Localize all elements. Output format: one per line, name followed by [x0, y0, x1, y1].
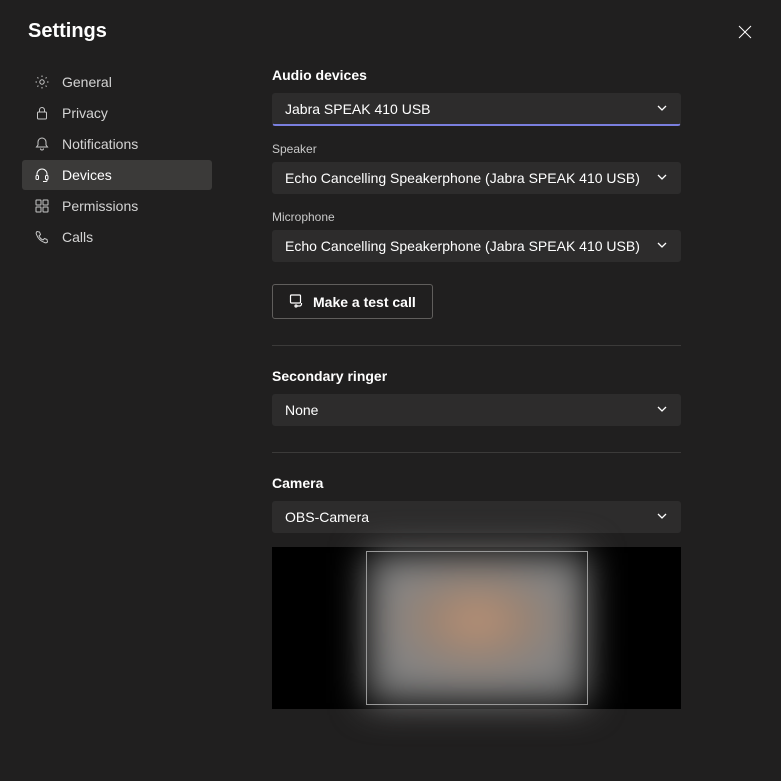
sidebar-item-privacy[interactable]: Privacy — [22, 98, 212, 128]
phone-icon — [34, 229, 50, 245]
sidebar-item-calls[interactable]: Calls — [22, 222, 212, 252]
dropdown-value: OBS-Camera — [285, 509, 369, 525]
dropdown-value: Jabra SPEAK 410 USB — [285, 101, 431, 117]
chevron-down-icon — [656, 402, 668, 418]
camera-preview-frame — [366, 551, 588, 705]
camera-preview — [272, 547, 681, 709]
sidebar-item-label: Calls — [62, 229, 93, 245]
camera-dropdown[interactable]: OBS-Camera — [272, 501, 681, 533]
sidebar-item-label: Privacy — [62, 105, 108, 121]
dropdown-value: Echo Cancelling Speakerphone (Jabra SPEA… — [285, 238, 640, 254]
sidebar: General Privacy Notifications — [12, 59, 222, 709]
page-title: Settings — [28, 20, 107, 43]
sidebar-item-label: General — [62, 74, 112, 90]
lock-icon — [34, 105, 50, 121]
sidebar-item-permissions[interactable]: Permissions — [22, 191, 212, 221]
audio-devices-label: Audio devices — [272, 67, 681, 83]
divider — [272, 345, 681, 346]
sidebar-item-label: Notifications — [62, 136, 138, 152]
close-button[interactable] — [737, 24, 753, 40]
microphone-label: Microphone — [272, 210, 681, 224]
microphone-dropdown[interactable]: Echo Cancelling Speakerphone (Jabra SPEA… — [272, 230, 681, 262]
test-call-label: Make a test call — [313, 294, 416, 310]
chevron-down-icon — [656, 509, 668, 525]
dropdown-value: Echo Cancelling Speakerphone (Jabra SPEA… — [285, 170, 640, 186]
sidebar-item-notifications[interactable]: Notifications — [22, 129, 212, 159]
divider — [272, 452, 681, 453]
audio-devices-dropdown[interactable]: Jabra SPEAK 410 USB — [272, 93, 681, 126]
sidebar-item-label: Permissions — [62, 198, 138, 214]
sidebar-item-general[interactable]: General — [22, 67, 212, 97]
test-call-icon — [289, 292, 305, 311]
content-panel: Audio devices Jabra SPEAK 410 USB Speake… — [222, 59, 781, 709]
sidebar-item-devices[interactable]: Devices — [22, 160, 212, 190]
sidebar-item-label: Devices — [62, 167, 112, 183]
bell-icon — [34, 136, 50, 152]
headset-icon — [34, 167, 50, 183]
speaker-dropdown[interactable]: Echo Cancelling Speakerphone (Jabra SPEA… — [272, 162, 681, 194]
close-icon — [738, 25, 752, 39]
camera-label: Camera — [272, 475, 681, 491]
secondary-ringer-label: Secondary ringer — [272, 368, 681, 384]
dropdown-value: None — [285, 402, 318, 418]
gear-icon — [34, 74, 50, 90]
secondary-ringer-dropdown[interactable]: None — [272, 394, 681, 426]
chevron-down-icon — [656, 101, 668, 117]
chevron-down-icon — [656, 238, 668, 254]
chevron-down-icon — [656, 170, 668, 186]
apps-icon — [34, 198, 50, 214]
speaker-label: Speaker — [272, 142, 681, 156]
make-test-call-button[interactable]: Make a test call — [272, 284, 433, 319]
